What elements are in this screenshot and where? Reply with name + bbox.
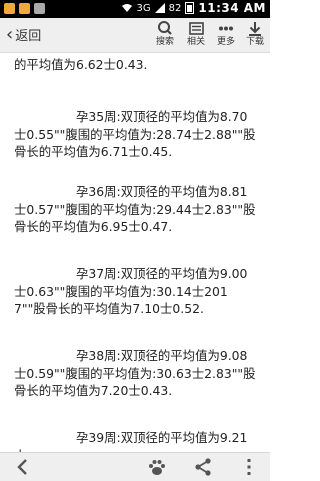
article-paragraph: 孕37周:双顶径的平均值为9.00士0.63""腹围的平均值为:30.14士20… [14, 266, 248, 316]
search-icon [158, 21, 172, 35]
download-icon [249, 22, 261, 36]
article-paragraph: 孕38周:双顶径的平均值为9.08士0.59""腹围的平均值为:30.63士2.… [14, 348, 256, 398]
more-icon [219, 26, 233, 31]
more-button[interactable]: 更多 [212, 20, 240, 48]
article-paragraph: 孕35周:双顶径的平均值为8.70士0.55""腹围的平均值为:28.74士2.… [14, 109, 256, 159]
notification-icon [19, 3, 30, 14]
related-icon [189, 22, 204, 35]
article-paragraph: 孕39周:双顶径的平均值为9.21士 [14, 430, 248, 452]
back-label: 返回 [15, 29, 42, 44]
article-paragraph: 孕36周:双顶径的平均值为8.81士0.57""腹围的平均值为:29.44士2.… [14, 184, 256, 234]
clock: 11:34 AM [198, 1, 266, 15]
status-bar: 3G 82 11:34 AM [0, 0, 270, 18]
notification-icon [34, 3, 45, 14]
network-type: 3G [136, 2, 151, 14]
battery-percent: 82 [168, 2, 182, 14]
share-icon[interactable] [192, 457, 214, 477]
chevron-left-icon: ‹ [6, 23, 14, 45]
paw-icon[interactable] [146, 457, 168, 477]
related-button[interactable]: 相关 [182, 20, 210, 48]
wifi-icon [121, 4, 132, 12]
back-arrow-icon[interactable] [12, 457, 34, 477]
article-paragraph: 的平均值为6.62士0.43. [14, 57, 148, 72]
download-button[interactable]: 下载 [241, 20, 269, 48]
notification-icon [4, 3, 15, 14]
search-button[interactable]: 搜索 [151, 20, 179, 48]
menu-dots-icon[interactable] [238, 457, 260, 477]
bottom-bar [0, 452, 270, 481]
signal-icon [154, 3, 165, 13]
back-button[interactable]: ‹ 返回 [6, 25, 41, 44]
top-toolbar: ‹ 返回 搜索 相关 更多 下载 [0, 18, 270, 53]
article-content[interactable]: 的平均值为6.62士0.43. 孕35周:双顶径的平均值为8.70士0.55""… [0, 53, 270, 452]
battery-icon [185, 2, 195, 14]
